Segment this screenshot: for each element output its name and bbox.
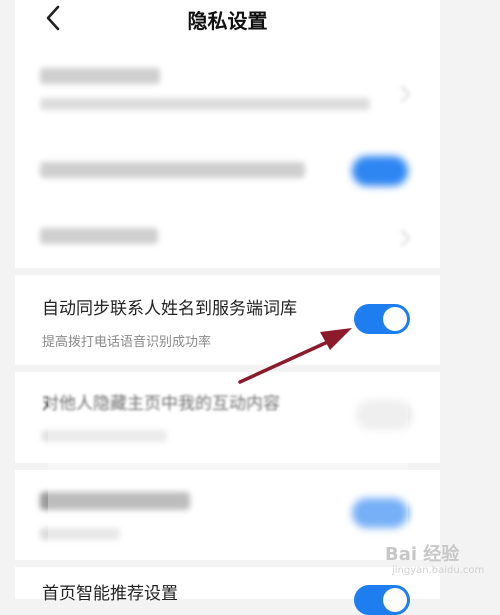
sync-contacts-toggle[interactable] — [354, 304, 410, 334]
header: 隐私设置 — [15, 0, 440, 44]
blur-overlay — [48, 380, 408, 560]
blurred-title — [40, 162, 305, 178]
section-divider — [15, 365, 440, 372]
toggle-knob — [383, 588, 407, 612]
watermark-logo: Bai 经验 — [385, 544, 460, 565]
blurred-title — [40, 228, 158, 244]
toggle-knob — [383, 307, 407, 331]
row-title: 首页智能推荐设置 — [42, 584, 178, 604]
smart-recommend-toggle[interactable] — [354, 585, 410, 615]
row-title: 自动同步联系人姓名到服务端词库 — [42, 299, 297, 319]
blurred-subtitle — [40, 98, 370, 110]
section-divider — [15, 268, 440, 275]
page-title: 隐私设置 — [187, 9, 268, 33]
blurred-title — [40, 68, 160, 84]
watermark-url: jingyan.baidu.com — [392, 565, 485, 576]
row-subtitle: 提高拨打电话语音识别成功率 — [42, 335, 212, 350]
section-divider — [15, 560, 440, 567]
blurred-toggle[interactable] — [352, 156, 408, 186]
